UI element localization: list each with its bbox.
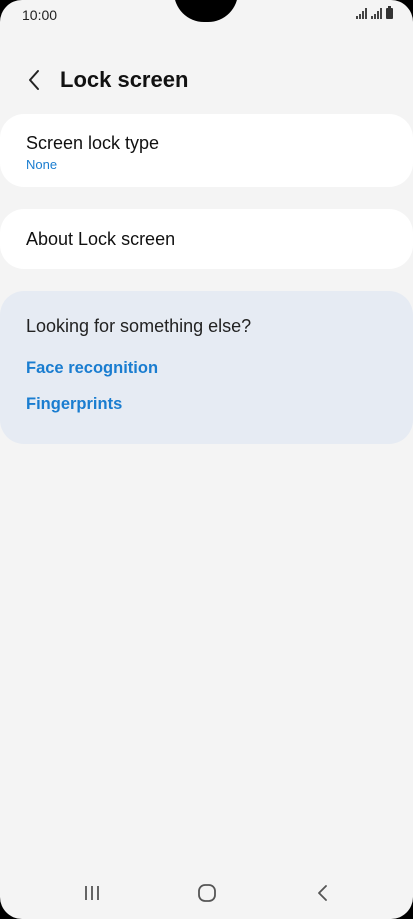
fingerprints-link[interactable]: Fingerprints (26, 395, 122, 414)
back-button[interactable] (20, 64, 48, 96)
recents-button[interactable] (72, 880, 112, 906)
back-icon (318, 885, 327, 901)
navigation-bar (0, 872, 413, 914)
app-header: Lock screen (0, 62, 413, 98)
home-icon (198, 884, 216, 902)
phone-screen: 10:00 Lock screen Screen lock type None … (0, 0, 413, 919)
camera-notch (174, 0, 238, 22)
signal-icon (356, 8, 367, 19)
battery-icon (386, 6, 393, 19)
status-bar: 10:00 (0, 0, 413, 30)
page-title: Lock screen (60, 67, 189, 92)
screen-lock-type-label: Screen lock type (26, 133, 160, 153)
about-lock-screen-label: About Lock screen (26, 229, 176, 249)
home-button[interactable] (187, 880, 227, 906)
face-recognition-link[interactable]: Face recognition (26, 359, 158, 378)
status-time: 10:00 (22, 7, 58, 23)
status-icons (356, 6, 393, 19)
signal-icon (371, 8, 382, 19)
about-lock-screen-item[interactable]: About Lock screen (0, 209, 413, 269)
chevron-left-icon (29, 70, 39, 90)
nav-back-button[interactable] (303, 880, 343, 906)
suggestions-heading: Looking for something else? (26, 316, 252, 336)
screen-lock-type-value: None (26, 157, 58, 172)
screen-lock-type-item[interactable]: Screen lock type None (0, 114, 413, 187)
recents-icon (85, 886, 99, 900)
